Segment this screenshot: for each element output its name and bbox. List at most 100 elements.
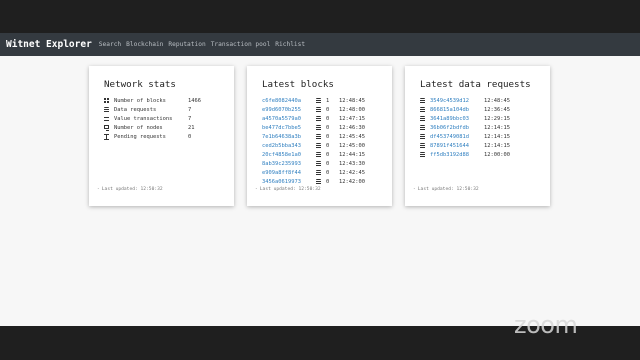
last-updated-text: Last updated: 12:50:32 [417,187,479,192]
database-icon [104,106,109,113]
database-icon [316,115,321,122]
database-icon [316,97,321,104]
nav-search[interactable]: Search [99,41,121,48]
block-hash-link[interactable]: 20cf4858e1a0 [262,152,316,158]
data-request-row: 36b06f2bdfdb 12:14:15 [420,123,510,132]
last-updated-text: Last updated: 12:50:32 [101,187,163,192]
data-requests-list: 3549c4539d12 12:48:45 866815a104db 12:36:4… [420,96,510,159]
latest-blocks-card: Latest blocks c6fe8082440a 1 12:48:45 e99d… [247,66,392,206]
block-time: 12:42:45 [339,169,365,176]
data-request-row: 3641a89bbc03 12:29:15 [420,114,510,123]
block-count: 0 [326,151,330,158]
block-count: 0 [326,160,330,167]
cubes-icon [104,97,109,104]
database-icon [316,178,321,185]
data-request-row: 3549c4539d12 12:48:45 [420,96,510,105]
data-request-hash-link[interactable]: 3549c4539d12 [430,98,484,104]
database-icon [420,142,425,149]
data-request-time: 12:14:15 [484,142,510,149]
data-request-row: 866815a104db 12:36:45 [420,105,510,114]
bullet-icon: - [97,187,100,192]
last-updated-text: Last updated: 12:50:32 [259,187,321,192]
block-hash-link[interactable]: e99d6070b255 [262,107,316,113]
stat-row: Number of nodes 21 [104,123,201,132]
block-hash-link[interactable]: c6fe8082440a [262,98,316,104]
block-row: a4570a5579a0 0 12:47:15 [262,114,365,123]
block-time: 12:45:00 [339,142,365,149]
card-title: Network stats [104,79,176,90]
block-row: 8ab39c235993 0 12:43:30 [262,159,365,168]
block-time: 12:46:30 [339,124,365,131]
database-icon [316,169,321,176]
last-updated: - Last updated: 12:50:32 [413,187,479,192]
data-request-time: 12:00:00 [484,151,510,158]
block-time: 12:42:00 [339,178,365,185]
data-request-time: 12:36:45 [484,106,510,113]
stat-label: Value transactions [114,115,173,122]
block-row: ced2b5bba343 0 12:45:00 [262,141,365,150]
data-request-hash-link[interactable]: 36b06f2bdfdb [430,125,484,131]
last-updated: - Last updated: 12:50:32 [255,187,321,192]
card-title: Latest data requests [420,79,531,90]
stat-value: 7 [188,106,192,113]
block-count: 0 [326,124,330,131]
nav-reputation[interactable]: Reputation [168,41,205,48]
stat-value: 7 [188,115,192,122]
data-request-hash-link[interactable]: 87891f451644 [430,143,484,149]
block-row: 3456a0619973 0 12:42:00 [262,177,365,186]
database-icon [420,133,425,140]
latest-data-requests-card: Latest data requests 3549c4539d12 12:48:4… [405,66,550,206]
block-hash-link[interactable]: ced2b5bba343 [262,143,316,149]
block-time: 12:44:15 [339,151,365,158]
block-row: 7e1b64638a3b 0 12:45:45 [262,132,365,141]
block-row: c6fe8082440a 1 12:48:45 [262,96,365,105]
stat-row: Number of blocks 1466 [104,96,201,105]
data-request-hash-link[interactable]: 866815a104db [430,107,484,113]
last-updated: - Last updated: 12:50:32 [97,187,163,192]
navbar: Witnet Explorer Search Blockchain Reputa… [0,33,640,56]
data-request-row: 87891f451644 12:14:15 [420,141,510,150]
stat-label: Number of blocks [114,97,166,104]
block-count: 1 [326,97,330,104]
hourglass-icon [104,133,109,140]
block-hash-link[interactable]: a4570a5579a0 [262,116,316,122]
stat-row: Data requests 7 [104,105,201,114]
data-request-time: 12:14:15 [484,124,510,131]
stats-list: Number of blocks 1466 Data requests 7 Va… [104,96,201,141]
nav-transaction-pool[interactable]: Transaction pool [211,41,271,48]
block-hash-link[interactable]: 3456a0619973 [262,179,316,185]
block-count: 0 [326,178,330,185]
stat-value: 21 [188,124,195,131]
nav-richlist[interactable]: Richlist [275,41,305,48]
data-request-hash-link[interactable]: ff5db3192d88 [430,152,484,158]
data-request-hash-link[interactable]: 3641a89bbc03 [430,116,484,122]
card-title: Latest blocks [262,79,334,90]
block-hash-link[interactable]: be477dc7bbe5 [262,125,316,131]
database-icon [420,106,425,113]
stat-label: Data requests [114,106,157,113]
data-request-hash-link[interactable]: df453749081d [430,134,484,140]
nav-blockchain[interactable]: Blockchain [126,41,163,48]
block-count: 0 [326,169,330,176]
block-row: 20cf4858e1a0 0 12:44:15 [262,150,365,159]
block-time: 12:48:00 [339,106,365,113]
block-count: 0 [326,115,330,122]
brand-logo[interactable]: Witnet Explorer [6,39,92,50]
block-hash-link[interactable]: e909a8ff8f44 [262,170,316,176]
stat-label: Pending requests [114,133,166,140]
block-time: 12:45:45 [339,133,365,140]
explorer-page: Witnet Explorer Search Blockchain Reputa… [0,33,640,326]
block-hash-link[interactable]: 8ab39c235993 [262,161,316,167]
data-request-row: ff5db3192d88 12:00:00 [420,150,510,159]
database-icon [316,133,321,140]
block-count: 0 [326,106,330,113]
data-request-time: 12:29:15 [484,115,510,122]
database-icon [316,151,321,158]
block-hash-link[interactable]: 7e1b64638a3b [262,134,316,140]
stat-row: Pending requests 0 [104,132,201,141]
database-icon [420,151,425,158]
bullet-icon: - [413,187,416,192]
database-icon [316,142,321,149]
desktop-icon [104,125,109,131]
block-time: 12:48:45 [339,97,365,104]
